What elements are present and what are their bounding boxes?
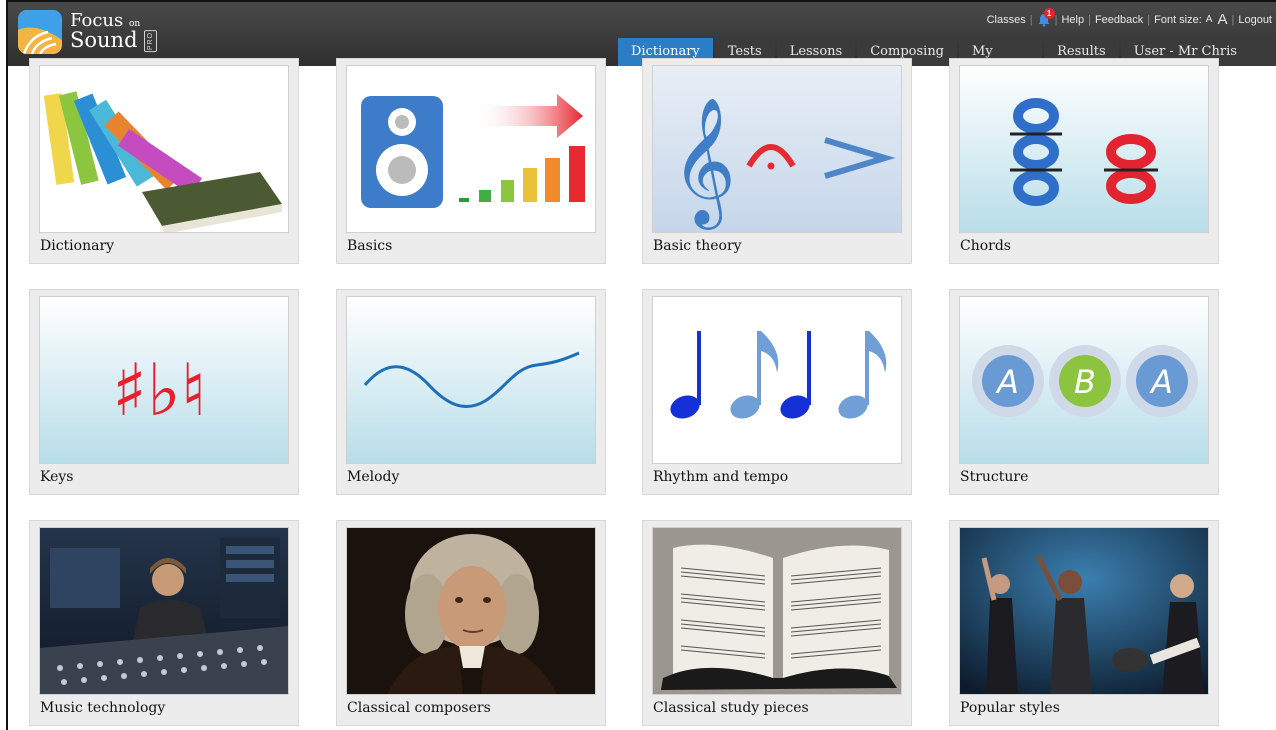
- category-label: Basic theory: [653, 238, 742, 254]
- divider: |: [1231, 13, 1235, 26]
- top-header: Focus on Sound PRO Classes | 1 | Help | F…: [8, 2, 1276, 87]
- chord-notes-icon: [959, 65, 1209, 233]
- category-label: Classical composers: [347, 700, 491, 716]
- category-card-dictionary[interactable]: Dictionary: [29, 58, 299, 264]
- logo-line2: Sound: [70, 28, 138, 53]
- notification-bell-icon[interactable]: 1: [1037, 7, 1055, 27]
- category-card-structure[interactable]: A B A Structure: [949, 289, 1219, 495]
- category-card-keys[interactable]: ♯♭♮ Keys: [29, 289, 299, 495]
- svg-text:B: B: [1074, 363, 1096, 401]
- rock-band-photo: [959, 527, 1209, 695]
- aba-form-icon: A B A: [959, 296, 1209, 464]
- logo-wordmark: Focus on Sound PRO: [70, 11, 157, 53]
- font-size-small-button[interactable]: A: [1206, 14, 1213, 25]
- category-card-music-technology[interactable]: Music technology: [29, 520, 299, 726]
- feedback-link[interactable]: Feedback: [1095, 14, 1143, 26]
- category-card-popular-styles[interactable]: Popular styles: [949, 520, 1219, 726]
- category-label: Structure: [960, 469, 1029, 485]
- category-label: Chords: [960, 238, 1011, 254]
- focus-on-sound-logo[interactable]: Focus on Sound PRO: [18, 10, 157, 54]
- pro-badge: PRO: [143, 29, 157, 53]
- svg-text:𝄞: 𝄞: [671, 96, 736, 230]
- category-label: Popular styles: [960, 700, 1060, 716]
- svg-text:♯♭♮: ♯♭♮: [112, 348, 207, 432]
- sheet-music-photo: [652, 527, 902, 695]
- classes-link[interactable]: Classes: [987, 14, 1026, 26]
- divider: |: [1088, 13, 1091, 26]
- category-card-basics[interactable]: Basics: [336, 58, 606, 264]
- divider: |: [1054, 13, 1058, 26]
- category-card-basic-theory[interactable]: 𝄞 Basic theory: [642, 58, 912, 264]
- category-card-chords[interactable]: Chords: [949, 58, 1219, 264]
- svg-text:A: A: [1149, 363, 1173, 401]
- category-label: Melody: [347, 469, 400, 485]
- help-link[interactable]: Help: [1061, 14, 1084, 26]
- category-label: Basics: [347, 238, 393, 254]
- category-card-rhythm-and-tempo[interactable]: Rhythm and tempo: [642, 289, 912, 495]
- category-card-classical-study-pieces[interactable]: Classical study pieces: [642, 520, 912, 726]
- app-frame: Focus on Sound PRO Classes | 1 | Help | F…: [6, 0, 1276, 730]
- category-card-classical-composers[interactable]: Classical composers: [336, 520, 606, 726]
- logo-on: on: [129, 18, 141, 29]
- speaker-volume-icon: [346, 65, 596, 233]
- category-label: Music technology: [40, 700, 166, 716]
- composer-portrait-photo: [346, 527, 596, 695]
- divider: |: [1029, 13, 1033, 26]
- svg-text:A: A: [995, 363, 1019, 401]
- mixing-desk-photo: [39, 527, 289, 695]
- category-label: Rhythm and tempo: [653, 469, 789, 485]
- font-size-label: Font size:: [1154, 13, 1202, 26]
- category-card-melody[interactable]: Melody: [336, 289, 606, 495]
- notification-count-badge: 1: [1043, 7, 1055, 19]
- category-label: Keys: [40, 469, 74, 485]
- font-size-large-button[interactable]: A: [1217, 11, 1227, 28]
- logout-link[interactable]: Logout: [1238, 14, 1272, 26]
- accidentals-icon: ♯♭♮: [39, 296, 289, 464]
- melody-wave-icon: [346, 296, 596, 464]
- divider: |: [1147, 13, 1151, 26]
- logo-icon: [18, 10, 62, 54]
- treble-clef-icon: 𝄞: [652, 65, 902, 233]
- books-icon: [39, 65, 289, 233]
- category-label: Classical study pieces: [653, 700, 809, 716]
- utility-bar: Classes | 1 | Help | Feedback | Font siz…: [987, 7, 1272, 28]
- notes-icon: [652, 296, 902, 464]
- category-label: Dictionary: [40, 238, 115, 254]
